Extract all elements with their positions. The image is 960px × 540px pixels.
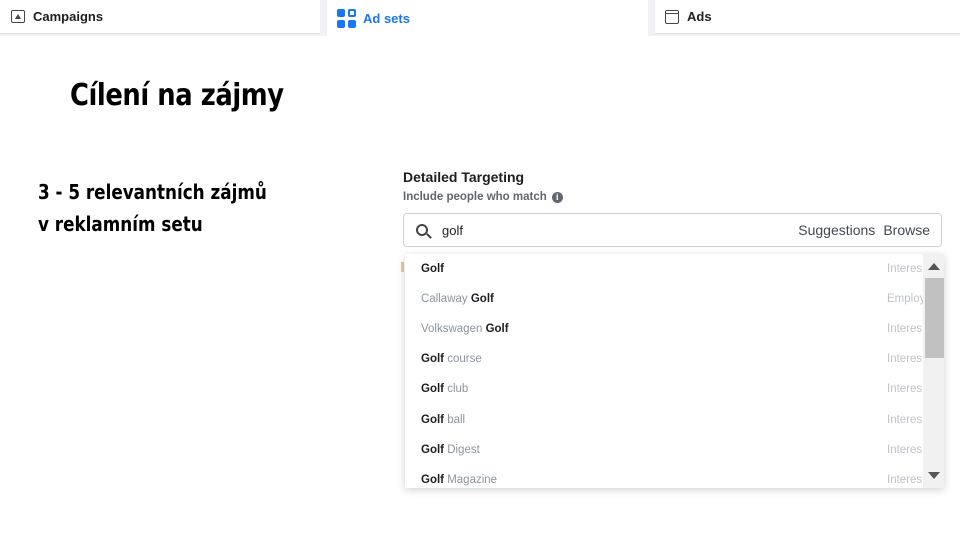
suggestions-link[interactable]: Suggestions [798,222,875,238]
tab-bar: Campaigns Ad sets Ads [0,0,960,36]
scrollbar-thumb[interactable] [925,278,944,358]
detailed-targeting-title: Detailed Targeting [403,169,525,185]
ad-window-icon [665,9,679,24]
include-people-label: Include people who match i [403,191,563,203]
scroll-down-arrow-icon[interactable] [928,472,940,479]
targeting-search-box: Suggestions Browse [403,213,942,247]
info-icon[interactable]: i [551,191,563,203]
dropdown-item[interactable]: Golf Digest Interes [405,435,923,465]
slide-body-line: 3 - 5 relevantních zájmů [38,180,267,204]
scroll-up-arrow-icon[interactable] [928,263,940,270]
item-type: Interes [887,323,923,335]
ad-sets-grid-icon [337,8,356,28]
campaign-flag-icon [11,10,25,23]
include-people-text: Include people who match [403,191,547,203]
tab-ads[interactable]: Ads [655,0,960,34]
targeting-search-input[interactable] [440,221,784,239]
dropdown-item[interactable]: Volkswagen Golf Interes [405,314,923,344]
slide-body-line: v reklamním setu [38,212,203,236]
slide-title: Cílení na zájmy [70,78,284,113]
item-type: Interes [887,414,923,426]
tab-label: Campaigns [33,9,104,24]
dropdown-item[interactable]: Golf Magazine Interes [405,465,923,488]
background-content-edge [401,262,404,272]
dropdown-item[interactable]: Golf course Interes [405,344,923,374]
slide-body: 3 - 5 relevantních zájmů v reklamním set… [38,176,267,240]
dropdown-item[interactable]: Golf ball Interes [405,405,923,435]
item-type: Interes [887,263,923,275]
tab-campaigns[interactable]: Campaigns [0,0,320,34]
tab-ad-sets[interactable]: Ad sets [327,0,648,36]
dropdown-scrollbar[interactable] [923,254,944,488]
browse-link[interactable]: Browse [883,222,930,238]
dropdown-item[interactable]: Golf club Interes [405,374,923,404]
item-type: Interes [887,444,923,456]
tab-label: Ads [687,9,712,24]
dropdown-item[interactable]: Callaway Golf Employe [405,284,932,314]
search-icon [416,224,428,236]
dropdown-item[interactable]: Golf Interes [405,254,923,284]
targeting-suggestions-dropdown: Golf Interes Callaway Golf Employe Volks… [405,254,944,488]
item-type: Interes [887,474,923,486]
tab-label: Ad sets [363,10,410,26]
item-type: Interes [887,383,923,395]
item-type: Interes [887,353,923,365]
